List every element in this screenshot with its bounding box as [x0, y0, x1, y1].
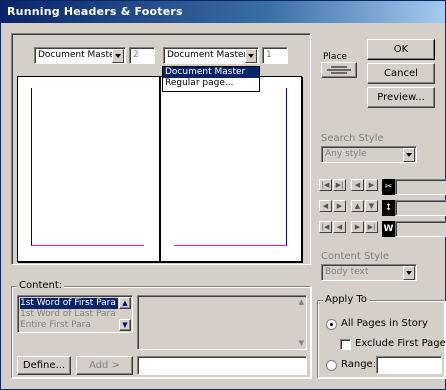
- content-item-entire-para[interactable]: Entire First Para: [20, 320, 93, 331]
- chevron-down-icon[interactable]: [112, 49, 124, 63]
- content-style-value: Body text: [325, 267, 369, 277]
- menu-item-document-master[interactable]: Document Master: [163, 67, 259, 78]
- content-text-area[interactable]: ▲ ▼: [137, 295, 307, 350]
- left-page-number-field[interactable]: 2: [129, 47, 155, 64]
- start-prev-button[interactable]: ▶: [333, 200, 346, 212]
- content-style-label: Content Style: [321, 251, 390, 262]
- place-label: Place: [323, 52, 347, 62]
- chevron-down-icon[interactable]: [403, 266, 415, 280]
- dialog-window: Running Headers & Footers Document Maste…: [0, 0, 446, 390]
- content-listbox[interactable]: 1st Word of First Para 1st Word of Last …: [17, 295, 133, 333]
- right-page-master-value: Document Master: [167, 50, 248, 60]
- page-preview-panel: Document Master 2 Document Master 1 Docu…: [11, 33, 311, 265]
- right-page-preview[interactable]: [160, 76, 302, 262]
- preview-button[interactable]: Preview...: [367, 87, 435, 108]
- chevron-down-icon[interactable]: [403, 148, 415, 162]
- content-group: Content: 1st Word of First Para 1st Word…: [11, 280, 311, 378]
- tall-cursor-icon[interactable]: ↕: [382, 200, 395, 216]
- range-marker-field[interactable]: [395, 221, 446, 237]
- add-button[interactable]: Add >: [76, 356, 133, 375]
- place-button[interactable]: [321, 62, 357, 78]
- range-label: Range:: [341, 359, 377, 370]
- apply-to-label: Apply To: [323, 294, 369, 305]
- range-input[interactable]: [376, 356, 442, 374]
- right-page-margin-guide: [174, 88, 287, 246]
- left-page-master-select[interactable]: Document Master: [34, 47, 126, 64]
- all-pages-radio[interactable]: [326, 319, 337, 330]
- apply-to-group: Apply To All Pages in Story Exclude Firs…: [317, 294, 446, 378]
- range-radio[interactable]: [326, 360, 337, 371]
- search-style-label: Search Style: [321, 133, 384, 144]
- w-bracket-icon[interactable]: W: [382, 221, 395, 237]
- right-page-master-select[interactable]: Document Master: [163, 47, 259, 64]
- start-down-button[interactable]: ▼: [365, 200, 378, 212]
- end-last-button[interactable]: ▶|: [365, 221, 378, 233]
- first-button[interactable]: |◀: [319, 179, 332, 191]
- start-marker-field[interactable]: [395, 179, 446, 195]
- exclude-first-label: Exclude First Page: [355, 338, 446, 349]
- scissors-icon[interactable]: ✂: [382, 179, 395, 195]
- menu-item-regular-page[interactable]: Regular page...: [163, 78, 259, 89]
- content-item-last-para[interactable]: 1st Word of Last Para: [20, 309, 118, 320]
- window-title: Running Headers & Footers: [7, 5, 183, 18]
- master-page-dropdown-menu: Document Master Regular page...: [162, 66, 260, 92]
- end-marker-field[interactable]: [395, 200, 446, 216]
- search-style-value: Any style: [325, 149, 367, 159]
- left-page-margin-guide: [31, 88, 144, 246]
- content-style-select[interactable]: Body text: [321, 264, 417, 281]
- end-prev-button[interactable]: ◀: [333, 221, 346, 233]
- forward-button[interactable]: ▶: [365, 179, 378, 191]
- navigation-controls: |◀ ▶| ◀ ▶ ✂ ◀ ▶ ▲ ▼ ↕ |◀ ◀ ▶ ▶| W: [319, 179, 446, 241]
- place-cursor-icon: [327, 66, 351, 74]
- search-style-select[interactable]: Any style: [321, 146, 417, 163]
- start-up-button[interactable]: ▲: [351, 200, 364, 212]
- define-button[interactable]: Define...: [17, 356, 71, 375]
- right-page-number-field[interactable]: 1: [262, 47, 288, 64]
- scroll-down-icon[interactable]: ▼: [299, 339, 304, 347]
- content-group-label: Content:: [17, 280, 65, 291]
- chevron-down-icon[interactable]: [245, 49, 257, 63]
- end-next-button[interactable]: ▶: [351, 221, 364, 233]
- title-bar: Running Headers & Footers: [1, 1, 445, 23]
- exclude-first-checkbox[interactable]: [340, 339, 351, 350]
- back-button[interactable]: ◀: [351, 179, 364, 191]
- list-scroll-up[interactable]: ▲: [119, 297, 131, 309]
- previous-block-button[interactable]: ▶|: [333, 179, 346, 191]
- end-first-button[interactable]: |◀: [319, 221, 332, 233]
- left-page-number-value: 2: [133, 50, 139, 60]
- scroll-up-icon[interactable]: ▲: [299, 298, 304, 306]
- content-item-first-para[interactable]: 1st Word of First Para: [20, 298, 118, 309]
- ok-button[interactable]: OK: [367, 39, 435, 60]
- right-page-number-value: 1: [266, 50, 272, 60]
- insert-field[interactable]: [137, 356, 307, 375]
- all-pages-label: All Pages in Story: [341, 318, 428, 329]
- list-scroll-down[interactable]: ▼: [119, 319, 131, 331]
- cancel-button[interactable]: Cancel: [367, 63, 435, 84]
- start-first-button[interactable]: ◀: [319, 200, 332, 212]
- left-page-preview[interactable]: [17, 76, 160, 262]
- left-page-master-value: Document Master: [38, 50, 119, 60]
